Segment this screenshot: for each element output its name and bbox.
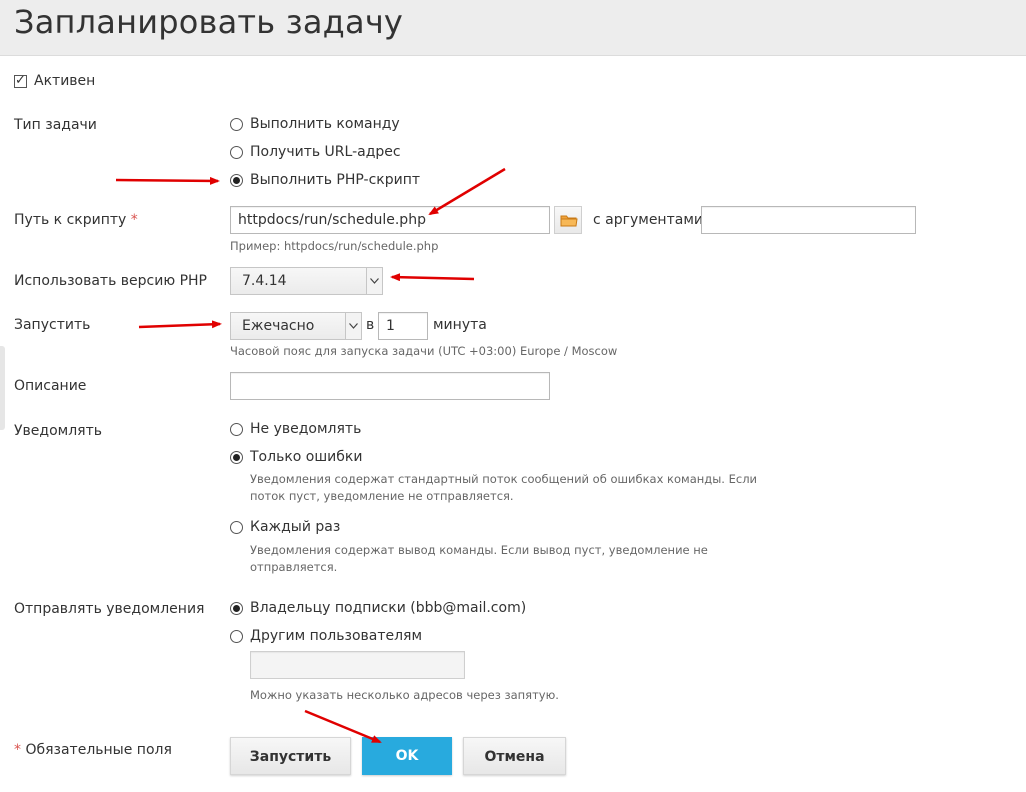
script-path-label: Путь к скрипту *: [14, 212, 138, 228]
description-input[interactable]: [230, 372, 550, 400]
active-checkbox[interactable]: ✓: [14, 73, 27, 88]
radio-run-php-script-label[interactable]: Выполнить PHP-скрипт: [250, 172, 420, 188]
send-to-label: Отправлять уведомления: [14, 601, 205, 617]
errors-only-hint-line-2: поток пуст, уведомление не отправляется.: [250, 489, 514, 503]
arrow-to-frequency: [138, 320, 222, 329]
at-label: в: [366, 317, 375, 333]
description-label: Описание: [14, 378, 87, 394]
radio-other-users-label[interactable]: Другим пользователям: [250, 628, 422, 644]
php-version-dropdown-toggle[interactable]: [366, 268, 382, 294]
page-title: Запланировать задачу: [14, 3, 404, 41]
notify-label: Уведомлять: [14, 423, 102, 439]
arrow-to-php-script-option: [115, 176, 220, 185]
other-users-input[interactable]: [250, 651, 465, 679]
radio-subscription-owner-label[interactable]: Владельцу подписки (bbb@mail.com): [250, 600, 526, 616]
radio-subscription-owner[interactable]: [230, 602, 243, 615]
every-time-hint-line-2: отправляется.: [250, 560, 338, 574]
check-icon: ✓: [15, 73, 26, 88]
active-label: Активен: [34, 73, 96, 89]
frequency-dropdown-toggle[interactable]: [345, 313, 361, 339]
script-path-input[interactable]: httpdocs/run/schedule.php: [230, 206, 550, 234]
page-header: Запланировать задачу: [0, 0, 1026, 56]
arguments-label: с аргументами: [593, 212, 703, 228]
run-label: Запустить: [14, 317, 91, 333]
radio-run-php-script[interactable]: [230, 174, 243, 187]
radio-errors-only[interactable]: [230, 451, 243, 464]
arrow-to-php-version: [390, 273, 475, 282]
side-panel-handle[interactable]: [0, 346, 5, 430]
radio-other-users[interactable]: [230, 630, 243, 643]
radio-fetch-url[interactable]: [230, 146, 243, 159]
radio-run-command[interactable]: [230, 118, 243, 131]
minute-input[interactable]: 1: [378, 312, 428, 340]
other-users-hint: Можно указать несколько адресов через за…: [250, 688, 559, 702]
every-time-hint-line-1: Уведомления содержат вывод команды. Если…: [250, 543, 708, 557]
task-type-label: Тип задачи: [14, 117, 97, 133]
php-version-value: 7.4.14: [242, 273, 287, 289]
required-mark: *: [130, 212, 138, 228]
radio-every-time-label[interactable]: Каждый раз: [250, 519, 340, 535]
php-version-select[interactable]: 7.4.14: [230, 267, 383, 295]
arguments-input[interactable]: [701, 206, 916, 234]
errors-only-hint-line-1: Уведомления содержат стандартный поток с…: [250, 472, 758, 486]
radio-no-notify[interactable]: [230, 423, 243, 436]
chevron-down-icon: [370, 278, 379, 284]
ok-button[interactable]: OK: [362, 737, 452, 775]
minute-label: минута: [433, 317, 487, 333]
frequency-value: Ежечасно: [242, 318, 315, 334]
required-fields-note: * Обязательные поля: [14, 742, 172, 758]
browse-folder-button[interactable]: [554, 206, 582, 234]
script-path-hint: Пример: httpdocs/run/schedule.php: [230, 239, 439, 253]
chevron-down-icon: [349, 323, 358, 329]
run-now-button[interactable]: Запустить: [230, 737, 351, 775]
php-version-label: Использовать версию PHP: [14, 273, 207, 289]
radio-no-notify-label[interactable]: Не уведомлять: [250, 421, 361, 437]
radio-run-command-label[interactable]: Выполнить команду: [250, 116, 400, 132]
radio-fetch-url-label[interactable]: Получить URL-адрес: [250, 144, 401, 160]
frequency-select[interactable]: Ежечасно: [230, 312, 362, 340]
timezone-hint: Часовой пояс для запуска задачи (UTC +03…: [230, 344, 618, 358]
radio-every-time[interactable]: [230, 521, 243, 534]
radio-errors-only-label[interactable]: Только ошибки: [250, 449, 362, 465]
required-mark: *: [14, 742, 21, 758]
cancel-button[interactable]: Отмена: [463, 737, 566, 775]
folder-icon: [560, 215, 578, 227]
